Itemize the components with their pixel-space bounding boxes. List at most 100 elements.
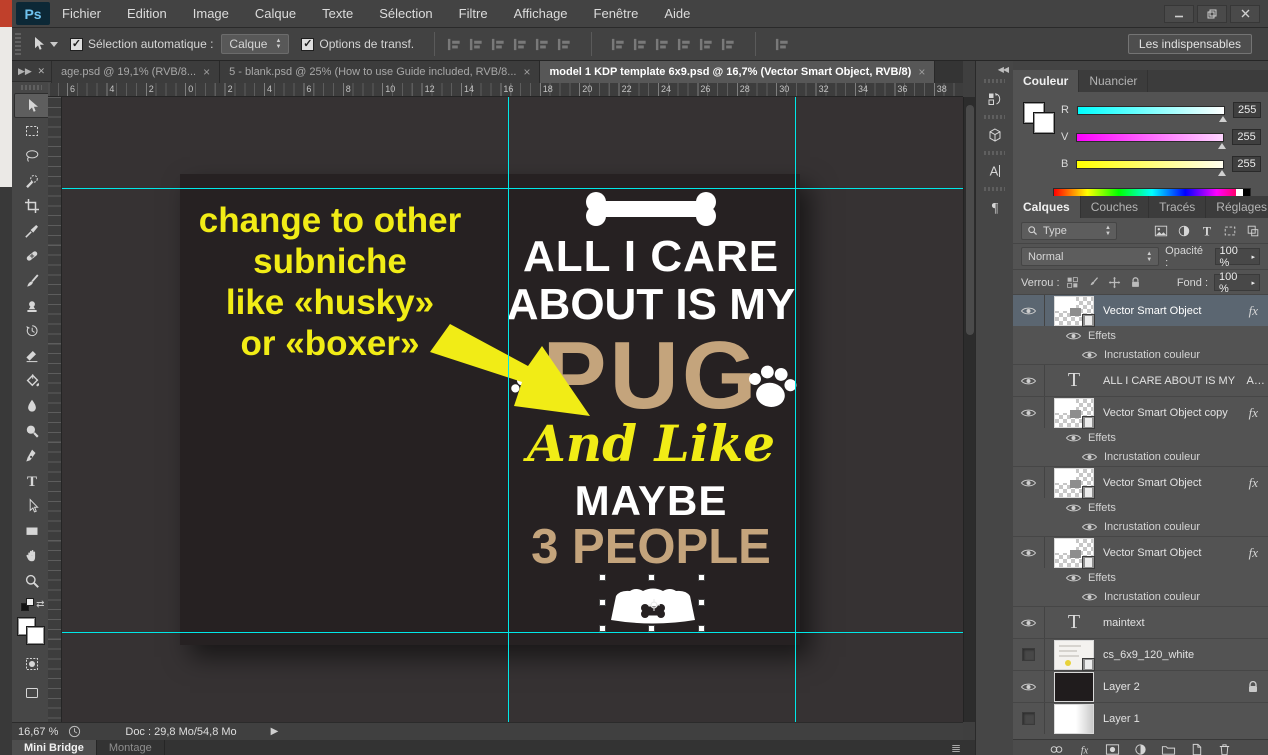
menu-item-selection[interactable]: Sélection xyxy=(379,6,432,21)
layer-row[interactable]: Layer 1 xyxy=(1013,702,1268,734)
zoom-tool[interactable] xyxy=(14,568,50,593)
align-right-edges-icon[interactable] xyxy=(557,37,572,52)
guide-vertical-1[interactable] xyxy=(508,97,509,722)
workspace-switcher[interactable]: Les indispensables xyxy=(1128,34,1252,54)
align-vertical-centers-icon[interactable] xyxy=(469,37,484,52)
menu-item-image[interactable]: Image xyxy=(193,6,229,21)
menu-item-edition[interactable]: Edition xyxy=(127,6,167,21)
auto-align-layers-icon[interactable] xyxy=(775,37,790,52)
vertical-ruler[interactable] xyxy=(48,97,62,722)
channel-value-field[interactable]: 255 xyxy=(1233,102,1261,118)
guide-vertical-2[interactable] xyxy=(795,97,796,722)
paragraph-panel-icon[interactable]: ¶ xyxy=(980,193,1010,221)
effect-eye-icon[interactable] xyxy=(1066,573,1081,583)
pen-tool[interactable] xyxy=(14,443,50,468)
dodge-tool[interactable] xyxy=(14,418,50,443)
history-brush-tool[interactable] xyxy=(14,318,50,343)
eraser-tool[interactable] xyxy=(14,343,50,368)
spot-healing-tool[interactable] xyxy=(14,243,50,268)
effect-eye-icon[interactable] xyxy=(1082,522,1097,532)
add-layer-mask-icon[interactable] xyxy=(1105,742,1120,755)
layers-tab-traces[interactable]: Tracés xyxy=(1149,196,1206,218)
current-tool-button[interactable] xyxy=(30,36,58,52)
layer-thumbnail[interactable]: T xyxy=(1054,366,1094,396)
vertical-scrollbar[interactable] xyxy=(963,97,975,722)
distribute-left-edges-icon[interactable] xyxy=(677,37,692,52)
document-tab-2[interactable]: 5 - blank.psd @ 25% (How to use Guide in… xyxy=(220,61,540,83)
tab-close-icon[interactable]: × xyxy=(203,65,210,79)
layers-tab-reglages[interactable]: Réglages xyxy=(1206,196,1268,218)
layer-row[interactable]: Vector Smart Object copyfx xyxy=(1013,396,1268,428)
layer-visibility-eye-icon[interactable] xyxy=(1013,671,1045,702)
rectangle-shape-tool[interactable] xyxy=(14,518,50,543)
align-left-edges-icon[interactable] xyxy=(513,37,528,52)
bottom-tab-mini-bridge[interactable]: Mini Bridge xyxy=(12,740,97,755)
fill-field[interactable]: 100 %▸ xyxy=(1214,274,1260,291)
align-horizontal-centers-icon[interactable] xyxy=(535,37,550,52)
menu-item-aide[interactable]: Aide xyxy=(664,6,690,21)
canvas-area[interactable]: change to othersubnichelike «husky»or «b… xyxy=(62,97,963,722)
layer-effects-item[interactable]: Effets xyxy=(1013,568,1268,587)
distribute-top-edges-icon[interactable] xyxy=(611,37,626,52)
layer-visibility-eye-icon[interactable] xyxy=(1013,295,1045,326)
document-tab-1[interactable]: age.psd @ 19,1% (RVB/8...× xyxy=(52,61,220,83)
transform-handle[interactable] xyxy=(698,625,705,632)
layer-thumbnail[interactable] xyxy=(1054,672,1094,702)
type-layers-filter-icon[interactable]: T xyxy=(1200,224,1214,238)
layer-thumbnail[interactable] xyxy=(1054,640,1094,670)
layer-row[interactable]: Vector Smart Objectfx xyxy=(1013,536,1268,568)
transform-handle[interactable] xyxy=(698,599,705,606)
pixel-layers-filter-icon[interactable] xyxy=(1154,224,1168,238)
link-layers-icon[interactable] xyxy=(1049,742,1064,755)
color-tab-nuancier[interactable]: Nuancier xyxy=(1079,70,1148,92)
new-layer-icon[interactable] xyxy=(1189,742,1204,755)
scrollbar-thumb[interactable] xyxy=(966,105,974,335)
layer-row[interactable]: TALL I CARE ABOUT IS MY And Li... xyxy=(1013,364,1268,396)
blur-tool[interactable] xyxy=(14,393,50,418)
menu-item-affichage[interactable]: Affichage xyxy=(514,6,568,21)
layer-effects-item[interactable]: Effets xyxy=(1013,326,1268,345)
slider-arrow-icon[interactable] xyxy=(1218,143,1226,149)
bottom-tab-montage[interactable]: Montage xyxy=(97,740,165,755)
distribute-vertical-centers-icon[interactable] xyxy=(633,37,648,52)
color-overlay-effect-item[interactable]: Incrustation couleur xyxy=(1013,517,1268,536)
effect-eye-icon[interactable] xyxy=(1066,433,1081,443)
background-color-swatch[interactable] xyxy=(26,626,45,645)
collapse-dock-icon[interactable]: ◀◀ xyxy=(998,65,1008,74)
properties-panel-icon[interactable] xyxy=(980,85,1010,113)
transform-handle[interactable] xyxy=(698,574,705,581)
layer-thumbnail[interactable] xyxy=(1054,468,1094,498)
layer-row[interactable]: Tmaintext xyxy=(1013,606,1268,638)
layer-row[interactable]: Vector Smart Objectfx xyxy=(1013,294,1268,326)
zoom-level-field[interactable]: 16,67 % xyxy=(18,726,58,738)
screen-mode-button[interactable] xyxy=(14,680,50,705)
layer-row[interactable]: Vector Smart Objectfx xyxy=(1013,466,1268,498)
effect-eye-icon[interactable] xyxy=(1066,331,1081,341)
slider-arrow-icon[interactable] xyxy=(1219,116,1227,122)
tools-panel-grip[interactable] xyxy=(21,85,42,90)
adjustment-layers-filter-icon[interactable] xyxy=(1177,224,1191,238)
menu-item-fenetre[interactable]: Fenêtre xyxy=(594,6,639,21)
guide-horizontal-2[interactable] xyxy=(62,632,963,633)
delete-layer-icon[interactable] xyxy=(1217,742,1232,755)
distribute-horizontal-centers-icon[interactable] xyxy=(699,37,714,52)
blend-mode-dropdown[interactable]: Normal ▲▼ xyxy=(1021,247,1159,266)
channel-value-field[interactable]: 255 xyxy=(1232,156,1260,172)
transform-handle[interactable] xyxy=(648,574,655,581)
transform-selection-handles[interactable] xyxy=(602,577,702,629)
book-cover-page[interactable]: change to othersubnichelike «husky»or «b… xyxy=(180,174,800,645)
layer-thumbnail[interactable] xyxy=(1054,704,1094,734)
layer-visibility-eye-icon[interactable] xyxy=(1013,365,1045,396)
close-button[interactable] xyxy=(1230,5,1260,23)
horizontal-ruler[interactable]: 64202468101214161820222426283032343638 xyxy=(48,83,963,97)
auto-select-checkbox[interactable]: ✓ xyxy=(70,38,83,51)
guide-horizontal-1[interactable] xyxy=(62,188,963,189)
layer-effects-item[interactable]: Effets xyxy=(1013,498,1268,517)
lasso-tool[interactable] xyxy=(14,143,50,168)
eyedropper-tool[interactable] xyxy=(14,218,50,243)
clone-stamp-tool[interactable] xyxy=(14,293,50,318)
lock-position-icon[interactable] xyxy=(1108,276,1121,289)
collapse-panel-icon[interactable]: ▶▶ xyxy=(18,66,32,77)
layers-tab-calques[interactable]: Calques xyxy=(1013,196,1081,218)
menu-item-fichier[interactable]: Fichier xyxy=(62,6,101,21)
